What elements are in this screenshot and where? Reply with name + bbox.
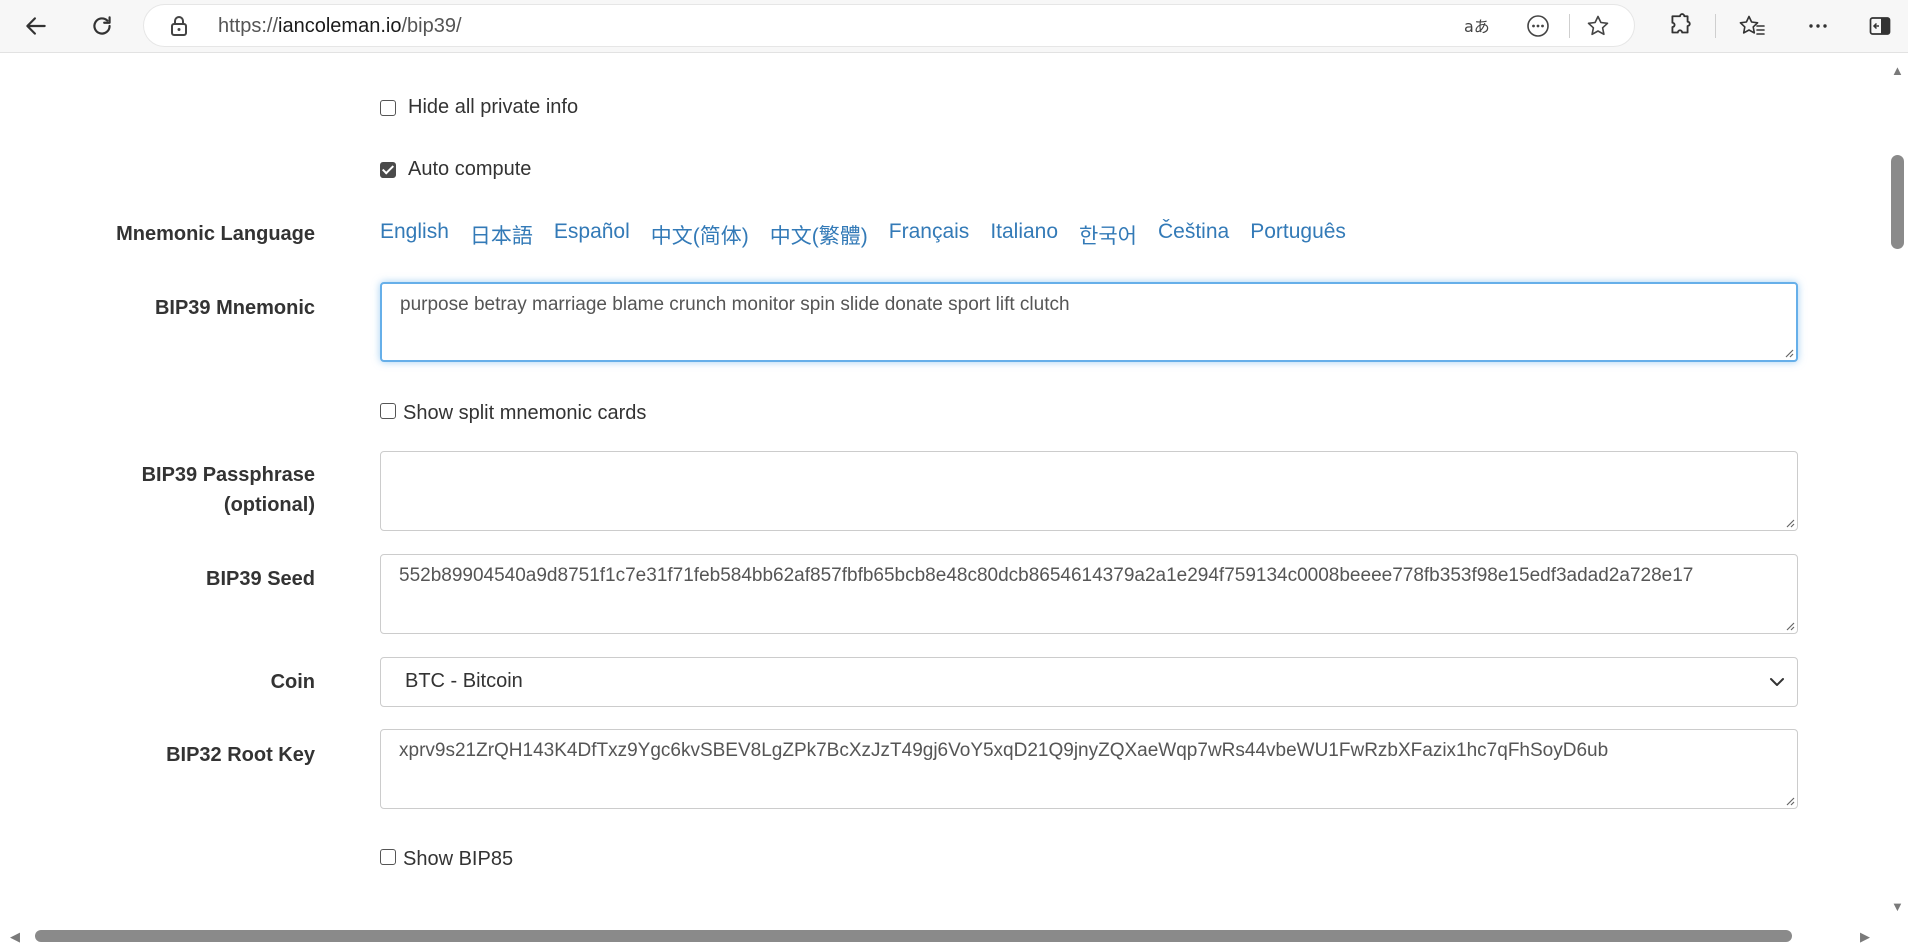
bip39-seed-label: BIP39 Seed <box>206 568 315 590</box>
bip39-seed-value: 552b89904540a9d8751f1c7e31f71feb584bb62a… <box>399 565 1694 586</box>
resize-grip-icon[interactable] <box>1783 619 1795 631</box>
refresh-icon[interactable] <box>84 8 120 44</box>
language-link-chinese-simplified[interactable]: 中文(简体) <box>651 220 749 250</box>
bip85-label: Show BIP85 <box>403 848 514 870</box>
scroll-right-arrow-icon[interactable]: ▶ <box>1860 930 1870 943</box>
extensions-icon[interactable] <box>1662 8 1698 44</box>
split-mnemonic-label: Show split mnemonic cards <box>403 402 647 424</box>
browser-toolbar: https://iancoleman.io/bip39/ aあ <box>0 0 1908 53</box>
language-link-korean[interactable]: 한국어 <box>1079 220 1137 250</box>
menu-ellipsis-icon[interactable] <box>1800 8 1836 44</box>
language-link-italian[interactable]: Italiano <box>990 220 1058 250</box>
more-tools-icon[interactable] <box>1522 10 1554 42</box>
coin-label: Coin <box>270 671 315 693</box>
language-links: English 日本語 Español 中文(简体) 中文(繁體) França… <box>380 220 1367 250</box>
resize-grip-icon[interactable] <box>1783 794 1795 806</box>
auto-compute-option[interactable]: Auto compute <box>380 158 531 181</box>
vertical-scroll-thumb[interactable] <box>1891 155 1904 249</box>
read-aloud-icon[interactable]: aあ <box>1462 10 1494 42</box>
bip32-root-key-input[interactable]: xprv9s21ZrQH143K4DfTxz9Ygc6kvSBEV8LgZPk7… <box>380 729 1798 809</box>
language-link-english[interactable]: English <box>380 220 449 250</box>
hide-private-info-option[interactable]: Hide all private info <box>380 96 578 119</box>
resize-grip-icon[interactable] <box>1782 346 1794 358</box>
auto-compute-checkbox[interactable] <box>380 161 396 178</box>
language-link-spanish[interactable]: Español <box>554 220 630 250</box>
language-link-chinese-traditional[interactable]: 中文(繁體) <box>770 220 868 250</box>
language-link-japanese[interactable]: 日本語 <box>470 220 533 250</box>
sidebar-icon[interactable] <box>1862 8 1898 44</box>
favorites-icon[interactable] <box>1734 8 1770 44</box>
split-mnemonic-checkbox[interactable] <box>380 402 396 419</box>
bip39-passphrase-label-line2: (optional) <box>223 494 315 516</box>
bip32-root-key-label: BIP32 Root Key <box>166 744 315 766</box>
svg-text:aあ: aあ <box>1464 17 1490 36</box>
coin-select[interactable]: BTC - Bitcoin <box>380 657 1798 707</box>
hide-private-info-label: Hide all private info <box>408 96 579 118</box>
horizontal-scroll-thumb[interactable] <box>35 930 1792 942</box>
scroll-up-arrow-icon[interactable]: ▲ <box>1891 64 1904 77</box>
scroll-down-arrow-icon[interactable]: ▼ <box>1891 900 1904 913</box>
back-arrow-icon[interactable] <box>18 8 54 44</box>
resize-grip-icon[interactable] <box>1783 516 1795 528</box>
language-link-french[interactable]: Français <box>889 220 970 250</box>
bip39-mnemonic-value: purpose betray marriage blame crunch mon… <box>400 294 1070 315</box>
bip39-seed-input[interactable]: 552b89904540a9d8751f1c7e31f71feb584bb62a… <box>380 554 1798 634</box>
favorite-star-icon[interactable] <box>1582 10 1614 42</box>
bip39-passphrase-input[interactable] <box>380 451 1798 531</box>
scroll-left-arrow-icon[interactable]: ◀ <box>10 930 20 943</box>
bip39-mnemonic-label: BIP39 Mnemonic <box>154 297 315 319</box>
url-path: /bip39/ <box>401 15 462 37</box>
address-bar[interactable]: https://iancoleman.io/bip39/ aあ <box>144 5 1634 46</box>
address-separator <box>1569 14 1570 38</box>
bip39-passphrase-label-line1: BIP39 Passphrase <box>141 464 315 486</box>
bip32-root-key-value: xprv9s21ZrQH143K4DfTxz9Ygc6kvSBEV8LgZPk7… <box>399 740 1609 761</box>
language-link-portuguese[interactable]: Português <box>1250 220 1346 250</box>
mnemonic-language-label: Mnemonic Language <box>116 223 315 245</box>
coin-selected-value: BTC - Bitcoin <box>405 670 523 692</box>
bip39-mnemonic-input[interactable]: purpose betray marriage blame crunch mon… <box>380 282 1798 362</box>
bip39-passphrase-label: BIP39 Passphrase (optional) <box>142 460 315 520</box>
bip85-option[interactable]: Show BIP85 <box>380 848 513 871</box>
url-text: https://iancoleman.io/bip39/ <box>218 16 462 36</box>
url-host: iancoleman.io <box>278 15 402 37</box>
auto-compute-label: Auto compute <box>408 158 532 180</box>
page-content: Hide all private info Auto compute Mnemo… <box>0 53 1888 930</box>
lock-icon[interactable] <box>170 16 188 41</box>
chevron-down-icon <box>1770 678 1784 686</box>
hide-private-info-checkbox[interactable] <box>380 99 396 116</box>
bip85-checkbox[interactable] <box>380 848 396 865</box>
url-prefix: https:// <box>218 15 279 37</box>
split-mnemonic-option[interactable]: Show split mnemonic cards <box>380 402 646 425</box>
toolbar-separator <box>1715 14 1716 38</box>
language-link-czech[interactable]: Čeština <box>1158 220 1229 250</box>
